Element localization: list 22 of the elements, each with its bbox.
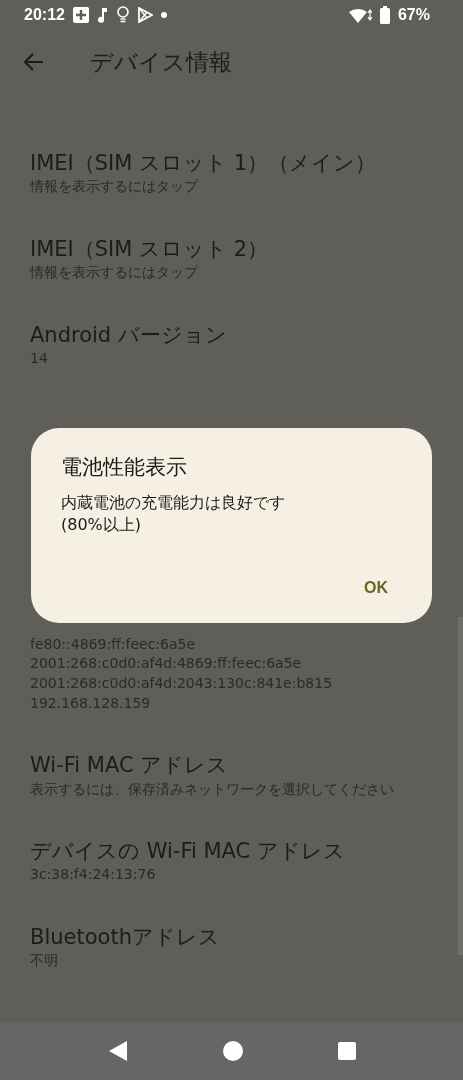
dialog-message: 内蔵電池の充電能力は良好です (80%以上) [61, 491, 286, 536]
play-store-icon [136, 7, 153, 23]
music-note-icon [96, 7, 109, 23]
clock: 20:12 [24, 5, 65, 25]
page-title: デバイス情報 [90, 47, 232, 77]
setting-title: IMEI（SIM スロット 2） [30, 235, 270, 263]
dialog-title: 電池性能表示 [61, 454, 188, 481]
setting-title: Wi-Fi MAC アドレス [30, 752, 230, 780]
home-circle-icon[interactable] [222, 1041, 243, 1061]
setting-title: Android バージョン [30, 321, 228, 349]
battery-percentage: 67% [397, 5, 430, 25]
wifi-icon [347, 7, 372, 23]
ok-button[interactable]: OK [362, 574, 390, 602]
dot-icon [160, 12, 167, 18]
lightbulb-icon [116, 6, 129, 24]
recents-square-icon[interactable] [337, 1042, 356, 1060]
setting-title: IMEI（SIM スロット 1）（メイン） [30, 150, 378, 177]
setting-title: Bluetoothアドレス [30, 924, 221, 952]
plus-icon [72, 7, 89, 23]
setting-title: デバイスの Wi-Fi MAC アドレス [30, 838, 346, 866]
back-triangle-icon[interactable] [107, 1040, 128, 1062]
battery-icon [379, 6, 390, 24]
